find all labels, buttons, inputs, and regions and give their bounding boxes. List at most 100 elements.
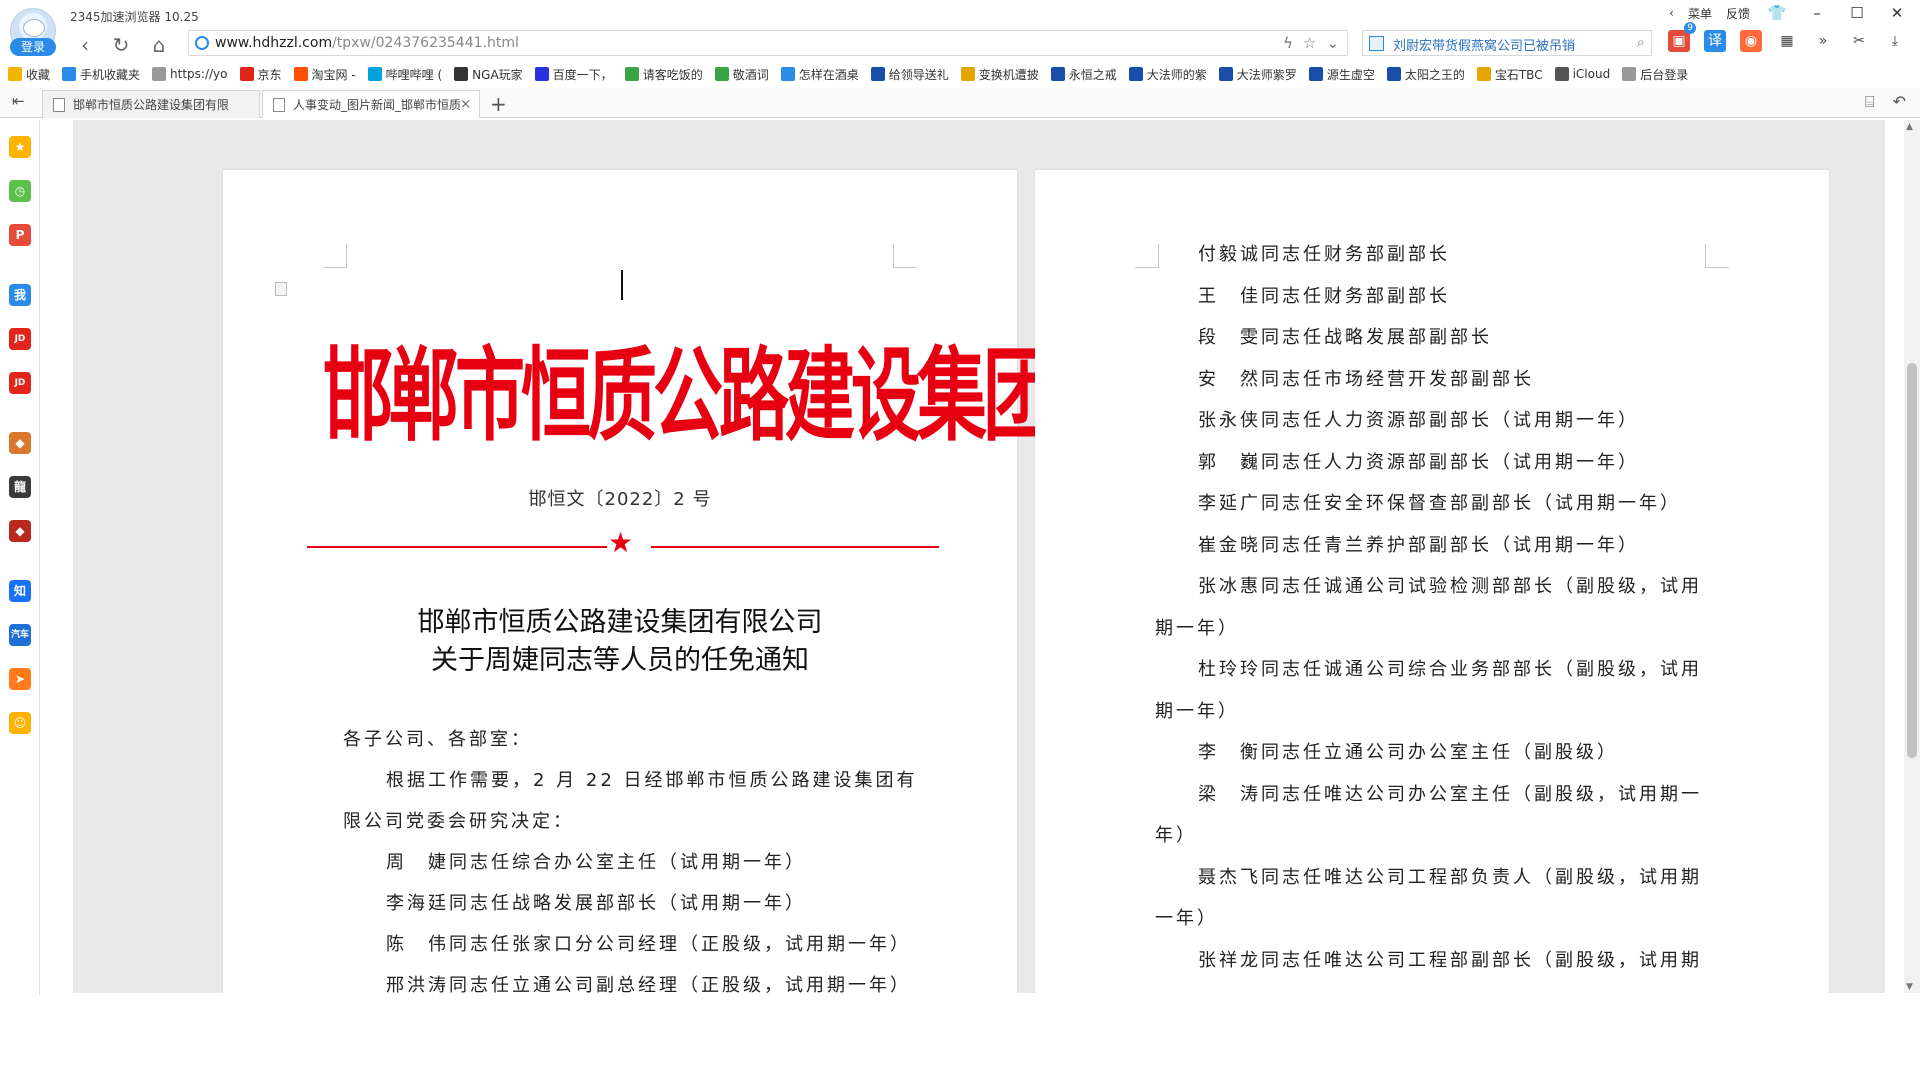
zhihu-icon[interactable]: 知 xyxy=(9,580,31,602)
close-button[interactable]: ✕ xyxy=(1884,4,1910,22)
body-paragraph: 段 雯同志任战略发展部副部长 xyxy=(1198,327,1492,348)
notification-icon[interactable]: ▣ 9 xyxy=(1668,22,1696,52)
maximize-button[interactable]: ☐ xyxy=(1844,4,1870,22)
scroll-down-arrow-icon[interactable]: ▼ xyxy=(1906,982,1913,992)
body-paragraph: 年） xyxy=(1155,825,1197,846)
bookmark-item[interactable]: 京东 xyxy=(239,66,282,83)
undo-icon[interactable]: ↶ xyxy=(1893,92,1906,112)
bookmark-item[interactable]: https://yo xyxy=(152,67,228,81)
scrollbar-thumb[interactable] xyxy=(1907,363,1917,758)
bookmark-item[interactable]: 给领导送礼 xyxy=(870,66,949,83)
document-page-2: 付毅诚同志任财务部副部长王 佳同志任财务部副部长段 雯同志任战略发展部副部长安 … xyxy=(1035,170,1829,993)
new-tab-button[interactable]: + xyxy=(490,92,507,116)
body-paragraph: 限公司党委会研究决定： xyxy=(343,811,574,832)
vertical-scrollbar[interactable]: ▲ ▼ xyxy=(1904,120,1920,993)
apps-grid-icon[interactable]: ▦ xyxy=(1776,30,1798,52)
back-arrow-icon[interactable]: ‹ xyxy=(1669,6,1674,20)
bookmark-item[interactable]: 手机收藏夹 xyxy=(62,66,140,83)
bookmark-item[interactable]: 太阳之王的 xyxy=(1386,66,1465,83)
bookmark-item[interactable]: 大法师的紫 xyxy=(1128,66,1207,83)
scroll-up-arrow-icon[interactable]: ▲ xyxy=(1906,122,1913,132)
bookmark-item[interactable]: 源生虚空 xyxy=(1308,66,1375,83)
collapse-sidebar-icon[interactable]: ⇤ xyxy=(12,92,25,110)
bookmark-item[interactable]: 请客吃饭的 xyxy=(624,66,703,83)
bookmark-item[interactable]: 收藏 xyxy=(8,66,50,83)
send-icon[interactable]: ➤ xyxy=(9,668,31,690)
bookmark-item[interactable]: 永恒之戒 xyxy=(1050,66,1117,83)
history-clock-icon[interactable]: ◷ xyxy=(9,180,31,202)
download-icon[interactable]: ⤓ xyxy=(1884,30,1906,52)
reload-icon[interactable]: ↻ xyxy=(108,32,134,58)
url-path: /tpxw/024376235441.html xyxy=(332,35,519,51)
bookmark-label: 淘宝网 - xyxy=(311,67,356,82)
app-title: 2345加速浏览器 10.25 xyxy=(70,10,199,24)
bookmark-item[interactable]: 大法师紫罗 xyxy=(1218,66,1297,83)
game-icon-1[interactable]: ◆ xyxy=(9,432,31,454)
bookmark-label: 源生虚空 xyxy=(1326,67,1375,82)
bookmark-item[interactable]: 变换机遭披 xyxy=(960,66,1039,83)
bookmark-item[interactable]: 哔哩哔哩 ( xyxy=(367,66,442,83)
bag-icon[interactable]: ⌸ xyxy=(1865,92,1875,112)
bookmark-item[interactable]: 淘宝网 - xyxy=(293,66,356,83)
smile-icon[interactable]: ☺ xyxy=(9,712,31,734)
body-paragraph: 李 衡同志任立通公司办公室主任（副股级） xyxy=(1198,742,1618,763)
taobao-icon xyxy=(293,67,308,81)
me-icon[interactable]: 我 xyxy=(9,284,31,306)
game-center-icon[interactable]: ◉ xyxy=(1740,30,1762,52)
home-icon[interactable]: ⌂ xyxy=(146,32,172,58)
address-tools: ϟ ☆ ⌄ xyxy=(1283,34,1339,52)
title-bar: 2345加速浏览器 10.25 ‹ 菜单 反馈 👕 – ☐ ✕ xyxy=(0,0,1920,30)
search-text[interactable]: 刘尉宏带货假燕窝公司已被吊销 xyxy=(1393,35,1575,54)
pdf-word-icon[interactable]: P xyxy=(9,224,31,246)
search-icon[interactable]: ⌕ xyxy=(1637,33,1645,51)
page-options-icon[interactable] xyxy=(275,282,287,296)
page-icon xyxy=(152,67,167,81)
body-paragraph: 邢洪涛同志任立通公司副总经理（正股级，试用期一年） xyxy=(386,975,911,993)
bookmark-item[interactable]: 宝石TBC xyxy=(1476,66,1543,83)
bookmark-label: 收藏 xyxy=(26,67,51,82)
tab-1-label: 邯郸市恒质公路建设集团有限 xyxy=(73,98,230,112)
minimize-button[interactable]: – xyxy=(1804,4,1830,22)
feedback-button[interactable]: 反馈 xyxy=(1726,5,1750,22)
bookmark-item[interactable]: 怎样在酒桌 xyxy=(780,66,859,83)
jd-icon-2[interactable]: JD xyxy=(9,372,31,394)
car-icon[interactable]: 汽车 xyxy=(9,624,31,646)
bookmark-item[interactable]: 后台登录 xyxy=(1622,66,1688,83)
page-corner-mark xyxy=(1705,244,1729,268)
w-icon xyxy=(1218,67,1233,81)
menu-button[interactable]: 菜单 xyxy=(1688,5,1712,22)
skin-icon[interactable]: 👕 xyxy=(1764,4,1790,22)
body-paragraph: 张祥龙同志任唯达公司工程部副部长（副股级，试用期 xyxy=(1198,949,1702,971)
game-icon-2[interactable]: ◆ xyxy=(9,520,31,542)
tab-close-icon[interactable]: × xyxy=(460,91,471,119)
favorites-star-icon[interactable]: ★ xyxy=(9,136,31,158)
document-number: 邯恒文〔2022〕2 号 xyxy=(528,489,712,510)
dragon-game-icon[interactable]: 龍 xyxy=(9,476,31,498)
ring-icon xyxy=(1050,67,1065,81)
translate-icon[interactable]: 译 xyxy=(1704,30,1726,52)
url-text[interactable]: www.hdhzzl.com/tpxw/024376235441.html xyxy=(215,35,519,51)
body-paragraph: 安 然同志任市场经营开发部副部长 xyxy=(1198,368,1534,390)
search-box[interactable]: 刘尉宏带货假燕窝公司已被吊销 ⌕ xyxy=(1362,30,1652,56)
green-icon xyxy=(624,67,639,81)
login-button[interactable]: 登录 xyxy=(10,38,56,56)
jd-icon[interactable]: JD xyxy=(9,328,31,350)
search-engine-icon xyxy=(1369,36,1384,51)
tab-2[interactable]: 人事变动_图片新闻_邯郸市恒质 × xyxy=(262,90,480,118)
bookmark-item[interactable]: NGA玩家 xyxy=(454,66,523,83)
back-button[interactable]: ‹ xyxy=(72,32,98,58)
dropdown-chevron-icon[interactable]: ⌄ xyxy=(1326,34,1339,52)
toolbar-right-icons: ▣ 9 译 ◉ ▦ » ✂ ⤓ xyxy=(1668,22,1906,52)
address-bar[interactable]: www.hdhzzl.com/tpxw/024376235441.html ϟ … xyxy=(188,30,1348,56)
scissors-icon[interactable]: ✂ xyxy=(1848,30,1870,52)
lightning-icon[interactable]: ϟ xyxy=(1283,34,1293,52)
bookmark-star-icon[interactable]: ☆ xyxy=(1303,34,1316,52)
tab-1[interactable]: 邯郸市恒质公路建设集团有限 xyxy=(42,90,260,118)
bookmark-label: 百度一下， xyxy=(552,67,613,82)
more-arrows-icon[interactable]: » xyxy=(1812,30,1834,52)
body-paragraph: 崔金晓同志任青兰养护部副部长（试用期一年） xyxy=(1198,534,1639,556)
bookmark-item[interactable]: 百度一下， xyxy=(534,66,613,83)
bookmark-label: 给领导送礼 xyxy=(888,67,949,82)
bookmark-item[interactable]: 敬酒词 xyxy=(714,66,769,83)
bookmark-item[interactable]: iCloud xyxy=(1554,67,1610,81)
